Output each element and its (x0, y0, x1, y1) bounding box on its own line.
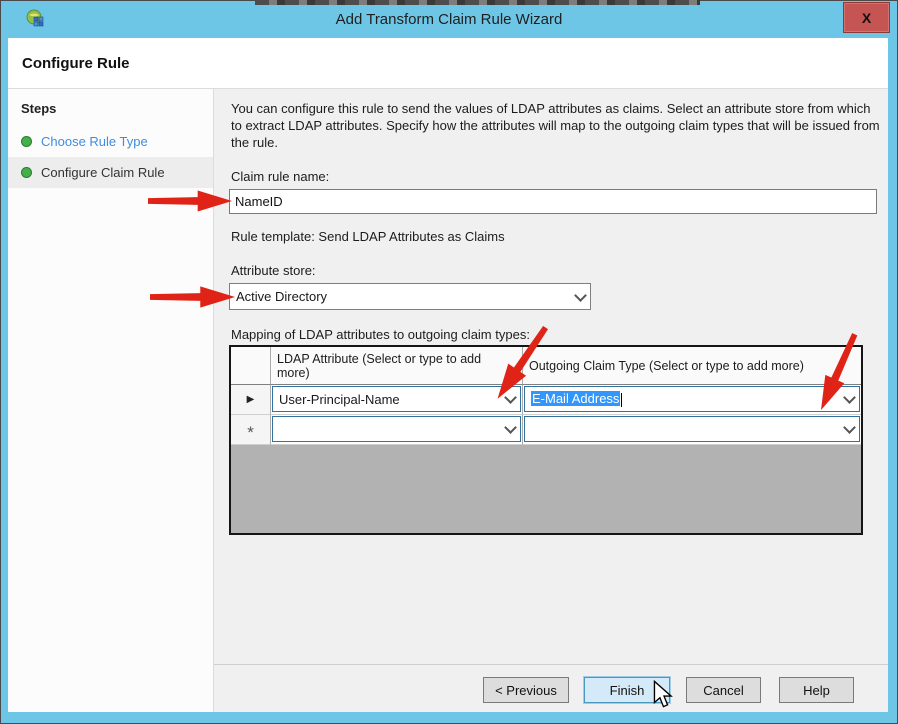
rule-description-text: You can configure this rule to send the … (231, 100, 881, 151)
current-row-marker-icon: ▶ (247, 394, 255, 405)
close-button[interactable]: X (843, 2, 890, 33)
table-cell: E-Mail Address (523, 385, 861, 415)
table-cell: User-Principal-Name (271, 385, 523, 415)
table-cell (271, 415, 523, 445)
chevron-down-icon (839, 396, 859, 402)
mapping-table: LDAP Attribute (Select or type to add mo… (229, 345, 863, 535)
attribute-store-value: Active Directory (230, 289, 570, 304)
ldap-attribute-combo-row1[interactable]: User-Principal-Name (272, 386, 521, 412)
sidebar-item-configure-claim-rule[interactable]: Configure Claim Rule (8, 157, 213, 188)
row-selector-cell[interactable]: ▶ (231, 385, 271, 415)
titlebar: Add Transform Claim Rule Wizard X (0, 0, 898, 38)
ldap-attribute-value: User-Principal-Name (273, 392, 500, 407)
adfs-app-icon (26, 9, 46, 29)
previous-button[interactable]: < Previous (483, 677, 569, 703)
selected-text: E-Mail Address (531, 391, 620, 406)
claim-rule-name-label: Claim rule name: (231, 169, 329, 184)
page-header: Configure Rule (8, 38, 888, 89)
step-complete-dot-icon (21, 136, 32, 147)
page-title: Configure Rule (22, 55, 130, 72)
claim-rule-name-input[interactable] (229, 189, 877, 214)
text-caret (621, 393, 622, 407)
finish-button[interactable]: Finish (584, 677, 670, 703)
outgoing-claim-type-column-header: Outgoing Claim Type (Select or type to a… (523, 347, 861, 385)
steps-sidebar: Steps Choose Rule Type Configure Claim R… (8, 89, 214, 712)
rule-template-text: Rule template: Send LDAP Attributes as C… (231, 229, 505, 244)
outgoing-claim-type-combo-row1[interactable]: E-Mail Address (524, 386, 860, 412)
main-panel: You can configure this rule to send the … (214, 89, 888, 712)
steps-heading: Steps (8, 89, 213, 126)
footer-separator (214, 664, 888, 665)
chevron-down-icon (500, 426, 520, 432)
outgoing-claim-type-combo-row2[interactable] (524, 416, 860, 442)
attribute-store-combo[interactable]: Active Directory (229, 283, 591, 310)
cancel-button[interactable]: Cancel (686, 677, 761, 703)
window-title: Add Transform Claim Rule Wizard (0, 11, 898, 28)
sidebar-item-choose-rule-type[interactable]: Choose Rule Type (8, 126, 213, 157)
ldap-attribute-column-header: LDAP Attribute (Select or type to add mo… (271, 347, 523, 385)
new-row-marker-icon: * (247, 428, 254, 438)
row-selector-header-cell (231, 347, 271, 385)
attribute-store-label: Attribute store: (231, 263, 316, 278)
help-button[interactable]: Help (779, 677, 854, 703)
outgoing-claim-type-value: E-Mail Address (525, 391, 839, 407)
dialog-body: Configure Rule Steps Choose Rule Type Co… (8, 38, 888, 712)
table-cell (523, 415, 861, 445)
chevron-down-icon (839, 426, 859, 432)
adfs-wizard-window: Add Transform Claim Rule Wizard X Config… (0, 0, 898, 724)
ldap-attribute-combo-row2[interactable] (272, 416, 521, 442)
sidebar-item-label: Configure Claim Rule (41, 165, 165, 180)
mapping-label: Mapping of LDAP attributes to outgoing c… (231, 327, 530, 342)
step-complete-dot-icon (21, 167, 32, 178)
sidebar-item-label: Choose Rule Type (41, 134, 148, 149)
table-empty-area (231, 445, 861, 533)
row-selector-cell[interactable]: * (231, 415, 271, 445)
chevron-down-icon (500, 396, 520, 402)
chevron-down-icon (570, 294, 590, 300)
